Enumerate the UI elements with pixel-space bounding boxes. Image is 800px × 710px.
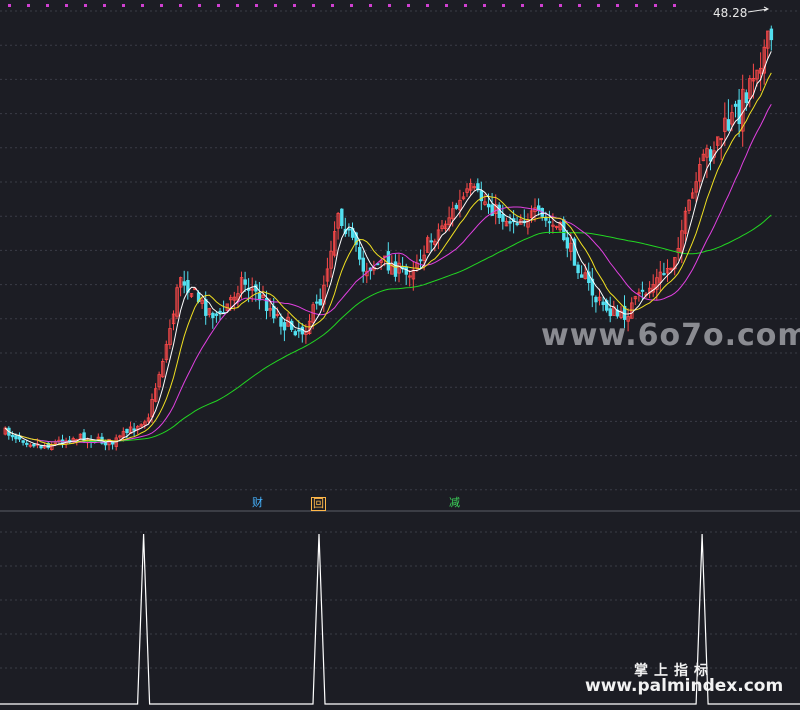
event-marker: 回 (311, 497, 326, 511)
candle-body (608, 308, 612, 317)
top-marker-dot (179, 4, 182, 7)
candle-body (580, 274, 584, 278)
top-marker-dot (141, 4, 144, 7)
top-marker-dot (84, 4, 87, 7)
top-marker-dot (578, 4, 581, 7)
candle-body (279, 317, 283, 327)
top-marker-dot (483, 4, 486, 7)
top-marker-dot (122, 4, 125, 7)
candle-body (601, 301, 605, 305)
top-marker-dot (160, 4, 163, 7)
candle-body (486, 203, 491, 208)
candle-body (218, 310, 222, 314)
candle-body (204, 299, 208, 316)
top-marker-dot (8, 4, 11, 7)
candle-body (497, 204, 501, 219)
candle-body (726, 119, 731, 131)
top-marker-dot (521, 4, 524, 7)
candle-body (744, 92, 749, 103)
top-marker-dot (65, 4, 68, 7)
candle-body (125, 428, 129, 433)
candle-body (386, 251, 391, 271)
top-marker-dot (502, 4, 505, 7)
candle-body (32, 443, 36, 447)
candle-body (182, 281, 186, 286)
candle-body (640, 289, 645, 292)
top-marker-dot (540, 4, 543, 7)
candle-body (347, 228, 351, 231)
candle-body (769, 28, 774, 41)
candle-body (211, 312, 215, 319)
candle-body (25, 442, 29, 445)
top-marker-dot (369, 4, 372, 7)
top-marker-dot (46, 4, 49, 7)
event-marker: 减 (449, 496, 460, 509)
candle-body (508, 221, 512, 224)
top-marker-dot (255, 4, 258, 7)
top-marker-dot (673, 4, 676, 7)
candlestick-chart (0, 4, 800, 705)
candle-body (594, 296, 598, 303)
candle-body (357, 246, 362, 260)
top-marker-dot (635, 4, 638, 7)
candle-body (272, 305, 276, 319)
candle-body (565, 237, 570, 249)
top-marker-dot (103, 4, 106, 7)
candle-body (318, 298, 322, 306)
candle-body (297, 329, 301, 332)
candle-body (418, 259, 423, 262)
candle-body (214, 313, 219, 316)
top-marker-dot (274, 4, 277, 7)
candle-body (293, 331, 297, 336)
candle-body (39, 445, 43, 449)
last-price-label: 48.28 (713, 6, 748, 20)
candle-body (562, 219, 566, 241)
top-marker-dot (27, 4, 30, 7)
candle-body (243, 279, 247, 285)
candle-body (282, 322, 287, 331)
top-marker-dot (236, 4, 239, 7)
top-marker-dot (597, 4, 600, 7)
top-marker-dot (559, 4, 562, 7)
top-marker-dot (388, 4, 391, 7)
watermark-top: www.6o7o.com (541, 318, 800, 353)
candle-body (576, 264, 580, 274)
top-marker-dot (654, 4, 657, 7)
top-marker-dot (407, 4, 410, 7)
top-marker-dot (464, 4, 467, 7)
candle-body (501, 213, 505, 222)
top-marker-dot (616, 4, 619, 7)
top-marker-dot (198, 4, 201, 7)
candle-body (429, 240, 433, 243)
candle-body (21, 440, 25, 443)
candle-body (10, 434, 15, 438)
candle-body (361, 257, 365, 272)
top-marker-dot (293, 4, 296, 7)
stock-chart: 48.28 财回减 www.6o7o.com 掌上指标 www.palminde… (0, 0, 800, 710)
top-marker-dot (350, 4, 353, 7)
candle-body (340, 208, 344, 227)
top-marker-dot (426, 4, 429, 7)
candle-body (737, 99, 741, 124)
top-marker-dot (312, 4, 315, 7)
candle-body (132, 428, 136, 431)
candle-body (544, 217, 548, 221)
candle-body (662, 273, 666, 276)
candle-body (14, 435, 18, 440)
top-marker-dot (217, 4, 220, 7)
event-marker: 财 (252, 496, 263, 509)
candle-body (393, 261, 398, 277)
candle-body (733, 103, 738, 107)
candle-body (454, 204, 459, 209)
candle-body (547, 221, 552, 224)
candle-body (515, 223, 519, 226)
top-marker-dot (445, 4, 448, 7)
top-marker-dot (331, 4, 334, 7)
candle-body (315, 301, 319, 304)
watermark-bottom-url: www.palmindex.com (585, 676, 784, 696)
